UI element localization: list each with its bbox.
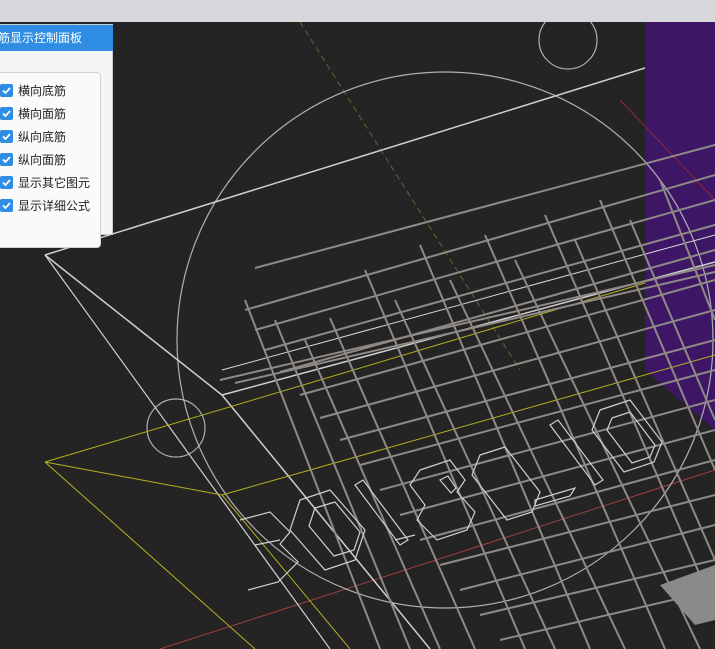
checkbox-checked-icon[interactable]: [0, 83, 13, 97]
checkbox-label: 纵向底筋: [18, 129, 67, 144]
outline-circle: [176, 71, 714, 609]
window-top-bar: [0, 0, 715, 23]
checkbox-checked-icon[interactable]: [0, 198, 13, 212]
small-circle-top: [538, 22, 598, 70]
checkbox-checked-icon[interactable]: [0, 175, 13, 189]
checkbox-label: 横向面筋: [18, 106, 67, 121]
checkbox-label: 显示其它图元: [18, 175, 91, 190]
checkbox-checked-icon[interactable]: [0, 152, 13, 166]
slab-edge-top: [44, 67, 646, 256]
panel-title[interactable]: 筋显示控制面板: [0, 25, 113, 51]
red-guide-line-2: [159, 469, 715, 649]
rebar-grid: [219, 144, 715, 649]
checkbox-transverse-bottom-rebar[interactable]: 横向底筋: [0, 80, 66, 100]
checkbox-checked-icon[interactable]: [0, 129, 13, 143]
panel-title-text: 筋显示控制面板: [0, 31, 83, 45]
rebar-display-control-panel: 筋显示控制面板 横向底筋 横向面筋 纵向底筋 纵向面筋 显示其它图元 显示详细公…: [0, 24, 113, 248]
yellow-edge-side: [221, 494, 351, 649]
checkbox-transverse-top-rebar[interactable]: 横向面筋: [0, 103, 66, 123]
slab-edge-left: [44, 254, 331, 649]
checkbox-longitudinal-bottom-rebar[interactable]: 纵向底筋: [0, 126, 66, 146]
checkbox-longitudinal-top-rebar[interactable]: 纵向面筋: [0, 149, 66, 169]
checkbox-checked-icon[interactable]: [0, 106, 13, 120]
checkbox-label: 显示详细公式: [18, 198, 91, 213]
checkbox-label: 横向底筋: [18, 83, 67, 98]
slab-edge-side: [221, 394, 431, 649]
purple-region: [645, 22, 715, 430]
slab-top-rim: [221, 234, 715, 371]
checkbox-label: 纵向面筋: [18, 152, 67, 167]
checkbox-show-other-elements[interactable]: 显示其它图元: [0, 172, 90, 192]
grey-plane: [660, 565, 715, 625]
checkbox-show-detailed-formula[interactable]: 显示详细公式: [0, 195, 90, 215]
